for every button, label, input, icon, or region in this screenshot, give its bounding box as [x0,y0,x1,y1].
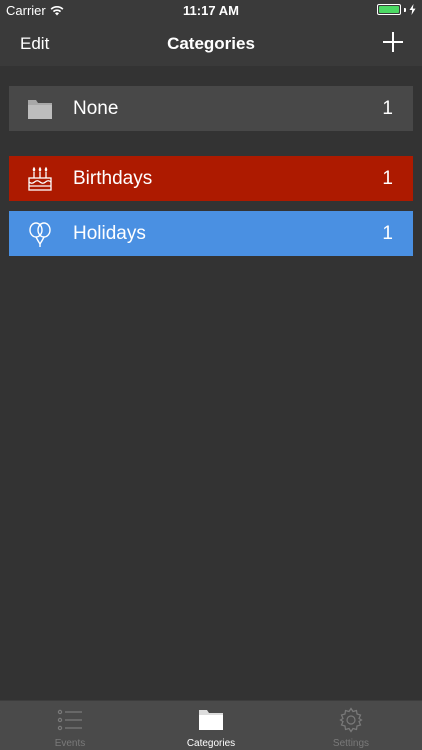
balloons-icon [29,222,51,247]
tab-label: Settings [332,738,370,749]
tab-bar: Events Categories Settings [0,700,422,750]
category-label: None [73,98,119,119]
category-count: 1 [382,223,393,244]
battery-icon [377,4,401,15]
folder-icon [28,100,52,119]
tab-settings[interactable]: Settings [281,701,421,750]
tab-label: Events [54,738,86,749]
category-label: Holidays [73,223,146,244]
charging-icon [409,4,416,15]
status-right [377,4,416,15]
battery-level [379,6,399,13]
gear-icon [339,707,363,733]
navigation-bar: Edit Categories [0,22,422,66]
category-count: 1 [382,168,393,189]
tab-label: Categories [186,738,236,749]
category-row-none[interactable]: None 1 [9,86,413,131]
tab-categories[interactable]: Categories [141,701,281,750]
status-bar: Carrier 11:17 AM [0,0,422,22]
category-row-birthdays[interactable]: Birthdays 1 [9,156,413,201]
category-row-holidays[interactable]: Holidays 1 [9,211,413,256]
category-label: Birthdays [73,168,153,189]
tab-events[interactable]: Events [0,701,140,750]
category-count: 1 [382,98,393,119]
folder-icon [199,710,223,730]
birthday-cake-icon [28,166,52,191]
plus-icon[interactable] [382,31,404,53]
status-time: 11:17 AM [183,3,239,18]
category-list: None 1 Birthdays 1 Holidays 1 [9,86,413,256]
list-icon [57,709,82,731]
battery-tip [404,7,406,12]
page-title: Categories [167,34,255,53]
